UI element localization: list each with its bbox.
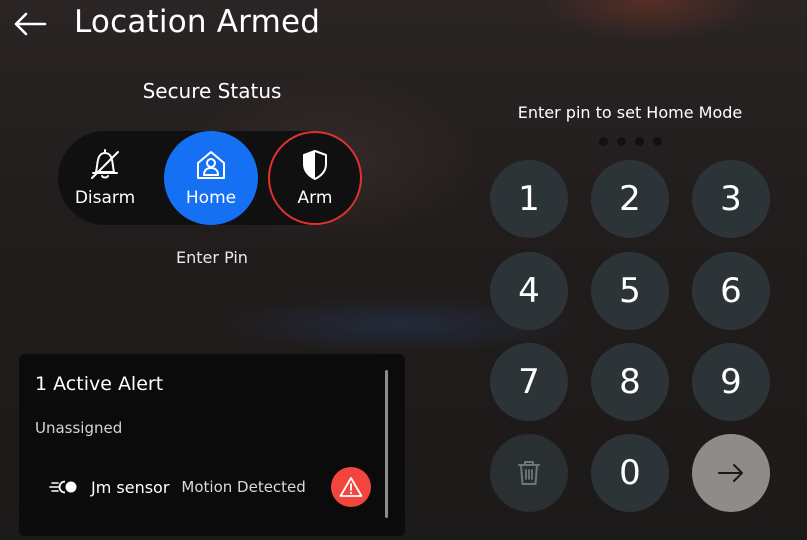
alert-item[interactable]: Jm sensor Motion Detected [49, 472, 379, 502]
home-label: Home [185, 188, 237, 208]
key-5[interactable]: 5 [591, 252, 669, 330]
sensor-status: Motion Detected [181, 478, 306, 496]
page-title: Location Armed [74, 4, 321, 40]
alert-count-title: 1 Active Alert [35, 373, 164, 395]
bell-off-icon [91, 149, 119, 179]
pin-dot [598, 137, 608, 146]
alert-panel: 1 Active Alert Unassigned Jm sensor Moti… [19, 354, 405, 536]
arrow-right-icon [718, 464, 743, 482]
pin-dot [634, 137, 644, 146]
alert-warning-button[interactable] [331, 467, 371, 507]
shield-icon [303, 150, 327, 180]
motion-sensor-icon [49, 480, 77, 494]
key-9[interactable]: 9 [692, 343, 770, 421]
submit-pin-button[interactable] [692, 434, 770, 512]
arrow-left-icon [14, 12, 47, 36]
key-2[interactable]: 2 [591, 160, 669, 238]
pin-dots [590, 137, 670, 147]
key-0[interactable]: 0 [591, 434, 669, 512]
key-1[interactable]: 1 [490, 160, 568, 238]
sensor-name: Jm sensor [91, 477, 170, 497]
delete-button[interactable] [490, 434, 568, 512]
mode-selector: Disarm Home Arm [58, 131, 362, 225]
pin-prompt: Enter pin to set Home Mode [517, 103, 743, 122]
arm-button[interactable]: Arm [268, 131, 362, 225]
trash-icon [518, 461, 540, 485]
key-4[interactable]: 4 [490, 252, 568, 330]
pin-dot [652, 137, 662, 146]
pin-dot [616, 137, 626, 146]
alert-group-label: Unassigned [35, 419, 123, 437]
enter-pin-label: Enter Pin [176, 248, 248, 267]
key-3[interactable]: 3 [692, 160, 770, 238]
arm-label: Arm [297, 188, 333, 208]
home-button[interactable]: Home [164, 131, 258, 225]
disarm-label: Disarm [74, 188, 136, 208]
disarm-button[interactable]: Disarm [58, 131, 152, 225]
secure-status-label: Secure Status [142, 79, 282, 103]
key-7[interactable]: 7 [490, 343, 568, 421]
key-8[interactable]: 8 [591, 343, 669, 421]
home-person-icon [197, 151, 225, 179]
alert-scrollbar[interactable] [385, 370, 388, 518]
key-6[interactable]: 6 [692, 252, 770, 330]
warning-icon [339, 477, 363, 497]
back-button[interactable] [12, 9, 48, 39]
